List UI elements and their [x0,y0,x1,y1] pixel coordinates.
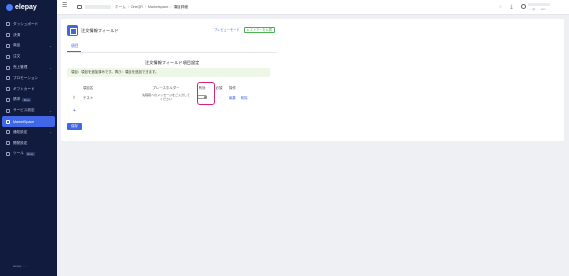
sidebar-item-marketspace[interactable]: MarketSpace [2,116,55,127]
store-icon [77,5,82,9]
chevron-down-icon: ⌄ [49,130,52,135]
sidebar-item-giftcard[interactable]: ギフトカード [0,84,57,95]
header-operations: 操作 [229,85,236,90]
download-icon[interactable]: ⤓ [509,5,514,10]
sidebar-item-developer[interactable]: 開発設定 [0,138,57,149]
app-logo[interactable]: elepay [6,4,37,11]
sidebar-nav: ダッシュボード 決済 商品 ⌄ 注文 売上管理 ⌄ プロモーション ギフトカード 請… [0,19,57,159]
breadcrumb-current: 項目詳細 [173,5,188,9]
marketspace-icon [6,119,10,124]
order-icon [6,54,10,59]
tool-icon [6,151,10,156]
publish-store-button[interactable]: ● ストアーを公開 [244,27,275,33]
code-icon [6,141,10,146]
beta-badge: Beta [25,151,35,156]
breadcrumb-oneqr[interactable]: OneQR [131,5,143,10]
sidebar-item-dashboard[interactable]: ダッシュボード [0,19,57,30]
info-notice: 項目：項目を追加済みです。再び：項目を追加できます。 [67,68,270,77]
sidebar-item-notifications[interactable]: 通知設定 ⌄ [0,127,57,138]
sidebar-item-products[interactable]: 商品 ⌄ [0,41,57,52]
breadcrumb-home[interactable]: ホーム [115,5,126,10]
edit-button[interactable]: 編集 [229,96,236,100]
promotion-icon [6,76,10,81]
delete-button[interactable]: 削除 [241,96,248,100]
sidebar-item-payments[interactable]: 決済 [0,30,57,41]
tab-items[interactable]: 項目 [71,44,79,49]
beta-badge: Beta [22,97,31,102]
sidebar-footer: elepay ··· ··· [13,264,29,268]
header-placeholder: プレースホルダー [152,85,180,90]
table-header-row: 項目名 プレースホルダー 有効 必須 操作 [67,83,270,91]
sidebar-item-orders[interactable]: 注文 [0,51,57,62]
user-avatar-icon[interactable] [521,4,526,9]
preview-button[interactable]: プレビューモード [212,27,242,33]
sidebar-item-tools[interactable]: ツール Beta [0,149,57,160]
section-title: 注文情報フィールド項目設定 [145,60,200,65]
sidebar-item-sales[interactable]: 売上管理 ⌄ [0,62,57,73]
table-row: ⠿ テスト 先程取へのメッセージをご入力してください - 編集 削除 [67,91,270,103]
bell-icon [6,130,10,135]
settings-icon [6,108,10,113]
help-icon[interactable]: ◌ [498,5,503,10]
hamburger-icon[interactable]: ☰ [62,3,67,9]
highlight-box [197,82,215,105]
logo-icon [6,4,13,11]
fields-table: 項目名 プレースホルダー 有効 必須 操作 ⠿ テスト 先程取へのメッセージをご… [67,83,270,103]
breadcrumb: ホーム / OneQR / Marketspace / 項目詳細 [115,5,188,10]
breadcrumb-marketspace[interactable]: Marketspace [148,5,169,10]
main-card: 注文情報フィールド プレビューモード ● ストアーを公開 項目 注文情報フィール… [61,19,564,141]
save-button[interactable]: 保存 [67,123,82,130]
drag-handle-icon[interactable]: ⠿ [73,95,76,100]
top-header: ☰ ホーム / OneQR / Marketspace / 項目詳細 ◌ ⤓ ····… [57,0,569,15]
field-placeholder: 先程取へのメッセージをご入力してください [142,93,190,101]
sidebar-item-invoice[interactable]: 請求 Beta [0,95,57,106]
product-icon [6,43,10,48]
header-drag [67,83,81,91]
logo-text: elepay [15,4,37,11]
sidebar: elepay ダッシュボード 決済 商品 ⌄ 注文 売上管理 ⌄ プロモーション ギ… [0,0,57,276]
tab-divider [67,52,277,53]
sidebar-item-service-settings[interactable]: サービス設定 ⌄ [0,105,57,116]
store-name[interactable] [85,5,111,9]
chevron-down-icon: ⌄ [49,43,52,48]
chevron-down-icon: ⌄ [49,108,52,113]
payment-icon [6,33,10,38]
dashboard-icon [6,22,10,27]
chevron-down-icon: ⌄ [49,65,52,70]
sidebar-item-promotion[interactable]: プロモーション [0,73,57,84]
user-name[interactable] [528,3,550,6]
form-icon [67,25,78,36]
page-title: 注文情報フィールド [81,28,119,33]
header-name: 項目名 [83,85,94,90]
add-field-button[interactable]: + [73,108,76,114]
field-name: テスト [83,95,94,100]
user-email: ·····@······.com [528,8,546,11]
invoice-icon [6,97,10,102]
giftcard-icon [6,87,10,92]
sales-icon [6,65,10,70]
